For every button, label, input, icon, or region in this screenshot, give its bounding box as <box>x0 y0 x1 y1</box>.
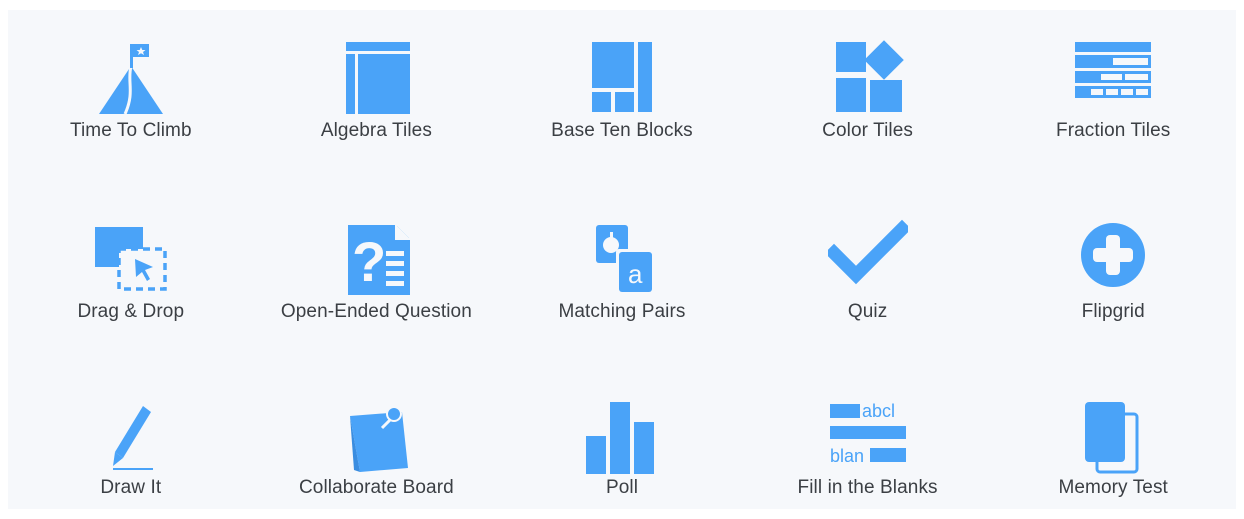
tile-label: Matching Pairs <box>558 301 686 322</box>
tile-color-tiles[interactable]: Color Tiles <box>745 10 991 191</box>
pinned-note-icon <box>336 396 416 480</box>
tile-label: Drag & Drop <box>77 301 185 322</box>
pencil-icon <box>91 396 171 480</box>
bar-chart-icon <box>582 396 662 480</box>
tile-label: Memory Test <box>1058 477 1168 498</box>
activity-picker-panel: Time To Climb Algebra Tiles Base Ten Blo… <box>8 10 1236 509</box>
tile-drag-and-drop[interactable]: Drag & Drop <box>8 191 254 372</box>
fill-blanks-icon: abcl blan <box>828 396 908 480</box>
tile-base-ten-blocks[interactable]: Base Ten Blocks <box>499 10 745 191</box>
plus-circle-icon <box>1073 217 1153 301</box>
tile-draw-it[interactable]: Draw It <box>8 372 254 509</box>
matching-letter: a <box>628 259 643 289</box>
base-ten-blocks-icon <box>582 36 662 120</box>
tile-label: Algebra Tiles <box>320 120 432 141</box>
tile-label: Color Tiles <box>822 120 914 141</box>
tile-label: Flipgrid <box>1081 301 1145 322</box>
svg-text:?: ? <box>352 230 386 293</box>
tile-label: Time To Climb <box>69 120 192 141</box>
checkmark-icon <box>827 217 908 301</box>
tile-open-ended-question[interactable]: ? Open-Ended Question <box>254 191 500 372</box>
tile-matching-pairs[interactable]: a Matching Pairs <box>499 191 745 372</box>
tile-collaborate-board[interactable]: Collaborate Board <box>254 372 500 509</box>
tile-label: Fill in the Blanks <box>797 477 938 498</box>
tile-label: Draw It <box>100 477 162 498</box>
tile-time-to-climb[interactable]: Time To Climb <box>8 10 254 191</box>
tile-flipgrid[interactable]: Flipgrid <box>990 191 1236 372</box>
tile-algebra-tiles[interactable]: Algebra Tiles <box>254 10 500 191</box>
fraction-tiles-icon <box>1073 36 1153 120</box>
mountain-flag-icon <box>91 36 171 120</box>
tile-poll[interactable]: Poll <box>499 372 745 509</box>
algebra-tiles-icon <box>336 36 416 120</box>
stacked-cards-icon <box>1073 396 1153 480</box>
activity-grid: Time To Climb Algebra Tiles Base Ten Blo… <box>8 10 1236 509</box>
tile-label: Open-Ended Question <box>280 301 472 322</box>
tile-fraction-tiles[interactable]: Fraction Tiles <box>990 10 1236 191</box>
fill-top-word: abcl <box>862 401 895 421</box>
tile-memory-test[interactable]: Memory Test <box>990 372 1236 509</box>
tile-label: Fraction Tiles <box>1056 120 1171 141</box>
tile-fill-in-the-blanks[interactable]: abcl blan Fill in the Blanks <box>745 372 991 509</box>
tile-label: Poll <box>605 477 639 498</box>
fill-bottom-word: blan <box>830 446 864 466</box>
tile-quiz[interactable]: Quiz <box>745 191 991 372</box>
tile-label: Base Ten Blocks <box>551 120 693 141</box>
matching-cards-icon: a <box>582 217 662 301</box>
question-document-icon: ? <box>336 217 416 301</box>
tile-label: Collaborate Board <box>298 477 454 498</box>
color-tiles-icon <box>828 36 908 120</box>
drag-drop-icon <box>91 217 171 301</box>
tile-label: Quiz <box>847 301 888 322</box>
